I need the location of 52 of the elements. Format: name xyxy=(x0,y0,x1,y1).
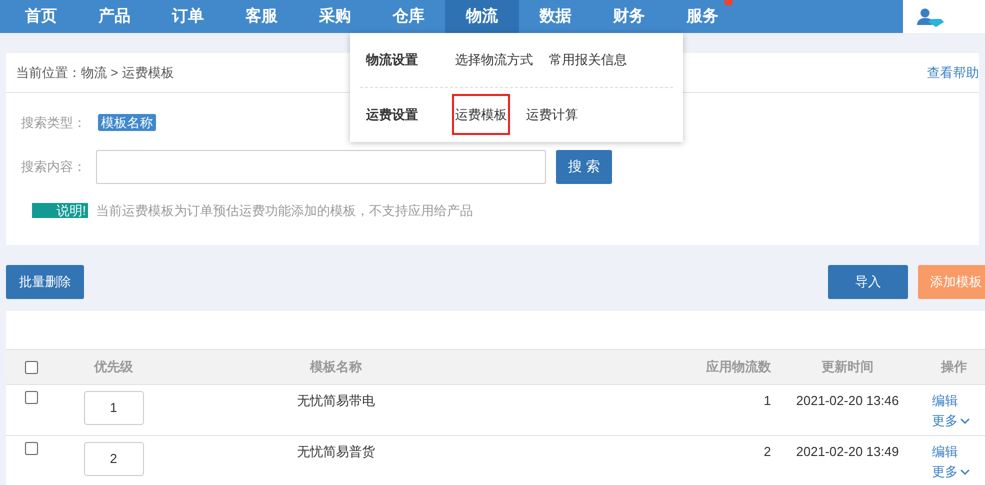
chevron-down-icon xyxy=(960,418,970,424)
menu-group-title: 物流设置 xyxy=(364,51,419,70)
add-template-button[interactable]: 添加模板 xyxy=(918,265,985,299)
column-header: 应用物流数 xyxy=(704,358,771,376)
nav-tab[interactable]: 首页 xyxy=(4,0,78,33)
priority-field[interactable]: 2 xyxy=(84,442,144,476)
menu-item[interactable]: 常用报关信息 xyxy=(549,50,627,70)
menu-item[interactable]: 选择物流方式 xyxy=(455,50,533,70)
search-field[interactable] xyxy=(96,150,546,184)
column-header: 模板名称 xyxy=(308,358,363,376)
edit-link[interactable]: 编辑 xyxy=(932,442,958,462)
menu-item[interactable]: 运费模板 xyxy=(452,94,510,136)
nav-tab[interactable]: 服务 xyxy=(666,0,739,33)
nav-tab[interactable]: 客服 xyxy=(224,0,298,33)
table-cell-text: 2 xyxy=(762,443,771,461)
edit-link[interactable]: 编辑 xyxy=(932,391,958,411)
more-link[interactable]: 更多 xyxy=(932,462,970,482)
more-link[interactable]: 更多 xyxy=(932,411,970,431)
checkbox[interactable] xyxy=(25,442,38,455)
column-header: 优先级 xyxy=(92,358,134,376)
batch-delete-button[interactable]: 批量删除 xyxy=(6,265,84,299)
checkbox[interactable] xyxy=(25,360,38,374)
chevron-down-icon xyxy=(960,468,970,476)
nav-tab[interactable]: 财务 xyxy=(592,0,666,33)
checkbox[interactable] xyxy=(25,391,38,404)
search-content-label: 搜索内容： xyxy=(21,158,87,176)
menu-group-title: 运费设置 xyxy=(365,106,419,124)
user-icon xyxy=(917,6,945,26)
notice-tag: 说明! xyxy=(32,202,88,218)
nav-tab[interactable]: 采购 xyxy=(298,0,372,33)
column-header: 更新时间 xyxy=(820,358,874,376)
user-area[interactable] xyxy=(903,0,985,33)
table-cell-text: 无忧简易普货 xyxy=(296,443,376,461)
table-cell-text: 2021-02-20 13:46 xyxy=(795,392,900,410)
nav-tab[interactable]: 产品 xyxy=(78,0,151,33)
breadcrumb: 当前位置：物流 > 运费模板 xyxy=(16,64,174,82)
table-cell-text: 无忧简易带电 xyxy=(296,392,376,410)
table-cell-text: 1 xyxy=(762,392,771,410)
priority-field[interactable]: 1 xyxy=(84,391,144,425)
search-button[interactable]: 搜 索 xyxy=(556,150,612,184)
table-cell-text: 2021-02-20 13:49 xyxy=(795,443,900,461)
help-link[interactable]: 查看帮助 xyxy=(927,62,979,82)
search-type-label: 搜索类型： xyxy=(21,114,87,132)
search-type-tag[interactable]: 模板名称 xyxy=(98,114,156,132)
nav-tab[interactable]: 数据 xyxy=(518,0,592,33)
import-button[interactable]: 导入 xyxy=(828,265,908,299)
notice-text: 当前运费模板为订单预估运费功能添加的模板，不支持应用给产品 xyxy=(96,202,473,220)
nav-tab[interactable]: 订单 xyxy=(151,0,224,33)
menu-item[interactable]: 运费计算 xyxy=(526,104,578,124)
column-header: 操作 xyxy=(940,358,968,376)
nav-tab[interactable]: 仓库 xyxy=(372,0,445,33)
nav-tab[interactable]: 物流 xyxy=(445,0,518,33)
